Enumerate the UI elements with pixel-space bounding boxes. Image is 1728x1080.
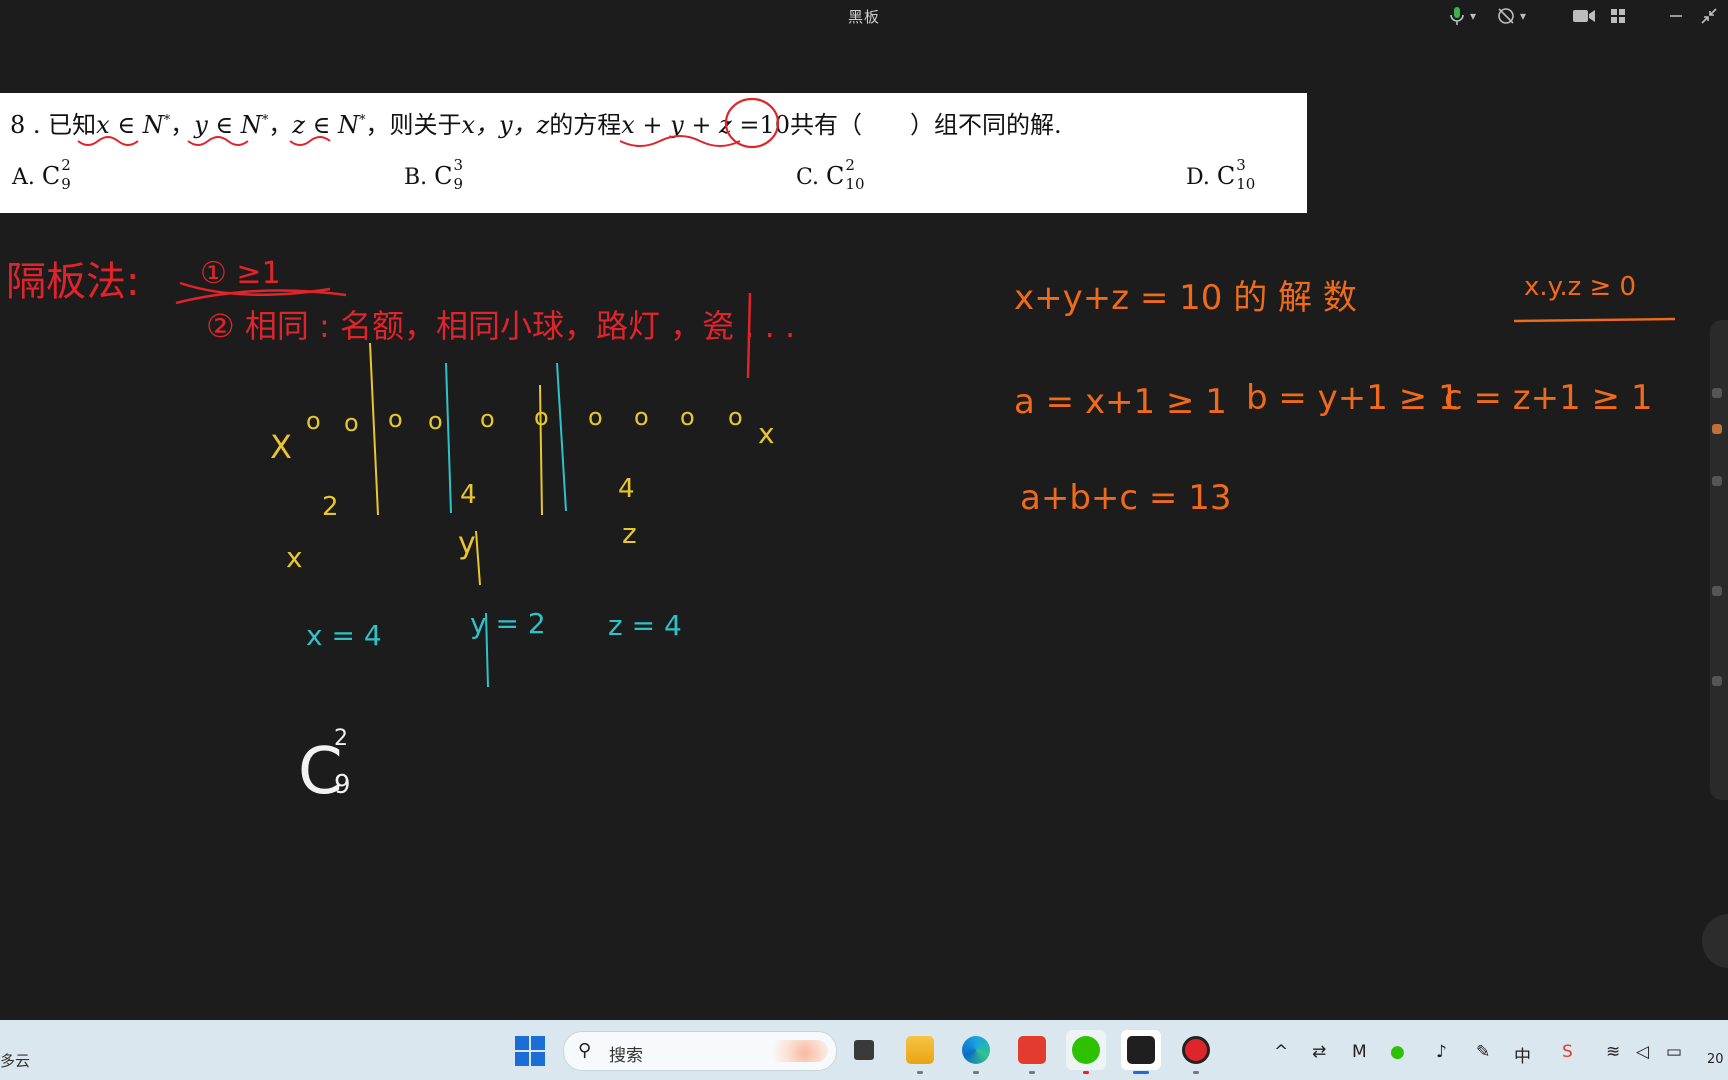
ink-layer: 隔板法: ① ≥1 ② 相同 : 名额，相同小球，路灯 ，瓷 . . . X o… <box>6 256 1676 809</box>
mic-dropdown-arrow-icon[interactable]: ▾ <box>1470 4 1476 28</box>
tool-eraser-icon[interactable] <box>1712 476 1722 486</box>
tray-pen-icon[interactable]: ✎ <box>1476 1042 1490 1062</box>
ball-4: o <box>428 407 443 435</box>
whiteboard-app-icon[interactable] <box>1121 1030 1161 1074</box>
windows-start-icon[interactable] <box>515 1036 545 1066</box>
y-value: y = 2 <box>470 607 546 640</box>
orange-a: a = x+1 ≥ 1 <box>1014 382 1227 422</box>
tray-mic-icon[interactable]: ♪ <box>1436 1042 1447 1062</box>
orange-line-1: x+y+z = 10 的 解 数 <box>1014 278 1357 318</box>
var-z: z <box>622 517 637 550</box>
tool-select-icon[interactable] <box>1712 586 1722 596</box>
red-stroke <box>746 292 752 379</box>
answer-sub: 9 <box>334 770 351 800</box>
yellow-divider-1 <box>369 342 379 516</box>
orange-b: b = y+1 ≥ 1 <box>1246 378 1460 418</box>
ball-5: o <box>480 405 495 433</box>
ball-row: oooooooooo <box>306 403 743 437</box>
tool-undo-icon[interactable] <box>1712 676 1722 686</box>
question-card: 8 . 已知x ∈ N*，y ∈ N*，z ∈ N*，则关于x，y，z的方程x … <box>0 93 1307 213</box>
red-brace <box>175 289 347 305</box>
var-y: y <box>458 526 476 561</box>
tool-pen-icon[interactable] <box>1712 424 1722 434</box>
search-icon: ⚲ <box>578 1040 592 1061</box>
wifi-icon[interactable]: ≋ <box>1606 1042 1620 1062</box>
speaker-dropdown-arrow-icon[interactable]: ▾ <box>1520 4 1526 28</box>
ball-3: o <box>388 405 403 433</box>
window-titlebar: 黑板 ▾ ▾ <box>0 0 1728 34</box>
var-x: x <box>286 541 303 574</box>
ime-indicator[interactable]: 中 <box>1514 1042 1531 1067</box>
underline-equation <box>619 135 741 147</box>
clock[interactable]: 20 <box>1707 1052 1724 1067</box>
microphone-icon[interactable] <box>1448 4 1466 28</box>
ball-8: o <box>634 403 649 431</box>
taskbar: 多云 ⚲ 搜索 ^ ⇄ M ● ♪ ✎ 中 S ≋ ◁ ▭ 20 <box>0 1020 1728 1080</box>
grid-view-icon[interactable] <box>1610 4 1626 28</box>
count-4a: 4 <box>460 480 477 510</box>
wps-icon[interactable] <box>1012 1030 1052 1074</box>
battery-icon[interactable]: ▭ <box>1666 1042 1682 1062</box>
underline-z <box>289 136 331 146</box>
balls-right-label: x <box>758 417 775 450</box>
underline-y <box>187 136 249 146</box>
window-title: 黑板 <box>847 8 880 26</box>
count-4b: 4 <box>618 474 635 504</box>
tool-handle-icon[interactable] <box>1712 388 1722 398</box>
teal-divider-1 <box>445 362 452 514</box>
search-placeholder: 搜索 <box>609 1046 643 1066</box>
x-value: x = 4 <box>306 619 382 652</box>
underline-x <box>77 136 139 146</box>
tray-settings-icon[interactable]: ⇄ <box>1312 1042 1326 1062</box>
tray-wechat-icon[interactable]: ● <box>1390 1042 1405 1062</box>
ball-7: o <box>588 403 603 431</box>
orange-line-1-cond: x.y.z ≥ 0 <box>1524 272 1636 302</box>
edge-icon[interactable] <box>956 1030 996 1074</box>
search-highlight-image <box>770 1040 828 1062</box>
task-view-icon[interactable] <box>844 1030 884 1070</box>
tray-overflow-chevron[interactable]: ^ <box>1274 1042 1288 1062</box>
speaker-muted-icon[interactable] <box>1496 4 1516 28</box>
answer-sup: 2 <box>334 726 348 751</box>
var-y-tail <box>475 530 481 586</box>
count-2: 2 <box>322 492 339 522</box>
balls-left-label: X <box>270 428 292 466</box>
z-value: z = 4 <box>608 609 682 642</box>
ball-2: o <box>344 409 359 437</box>
wechat-icon[interactable] <box>1066 1030 1106 1074</box>
red-method-title: 隔板法: <box>6 259 139 305</box>
card-annotations <box>77 97 780 149</box>
tray-app-icon[interactable]: M <box>1352 1042 1367 1062</box>
ball-1: o <box>306 407 321 435</box>
tray-sogou-icon[interactable]: S <box>1562 1042 1573 1062</box>
volume-icon[interactable]: ◁ <box>1636 1042 1649 1062</box>
weather-label[interactable]: 多云 <box>0 1050 30 1071</box>
whiteboard[interactable]: 隔板法: ① ≥1 ② 相同 : 名额，相同小球，路灯 ，瓷 . . . X o… <box>0 213 1728 1020</box>
file-explorer-icon[interactable] <box>900 1030 940 1074</box>
orange-c: c = z+1 ≥ 1 <box>1444 378 1653 418</box>
recorder-icon[interactable] <box>1176 1030 1216 1074</box>
red-cond-1: ① ≥1 <box>200 256 281 291</box>
camera-icon[interactable] <box>1572 4 1596 28</box>
minimize-icon[interactable] <box>1668 4 1684 28</box>
shrink-icon[interactable] <box>1700 4 1718 28</box>
teal-divider-2 <box>556 362 567 512</box>
orange-line-3: a+b+c = 13 <box>1020 478 1231 518</box>
ball-10: o <box>728 403 743 431</box>
orange-cond-underline <box>1513 317 1676 323</box>
search-input[interactable]: ⚲ 搜索 <box>563 1031 837 1071</box>
circle-ten <box>724 97 780 149</box>
red-cond-2: ② 相同 : 名额，相同小球，路灯 ，瓷 . . . <box>206 307 795 345</box>
ball-9: o <box>680 403 695 431</box>
